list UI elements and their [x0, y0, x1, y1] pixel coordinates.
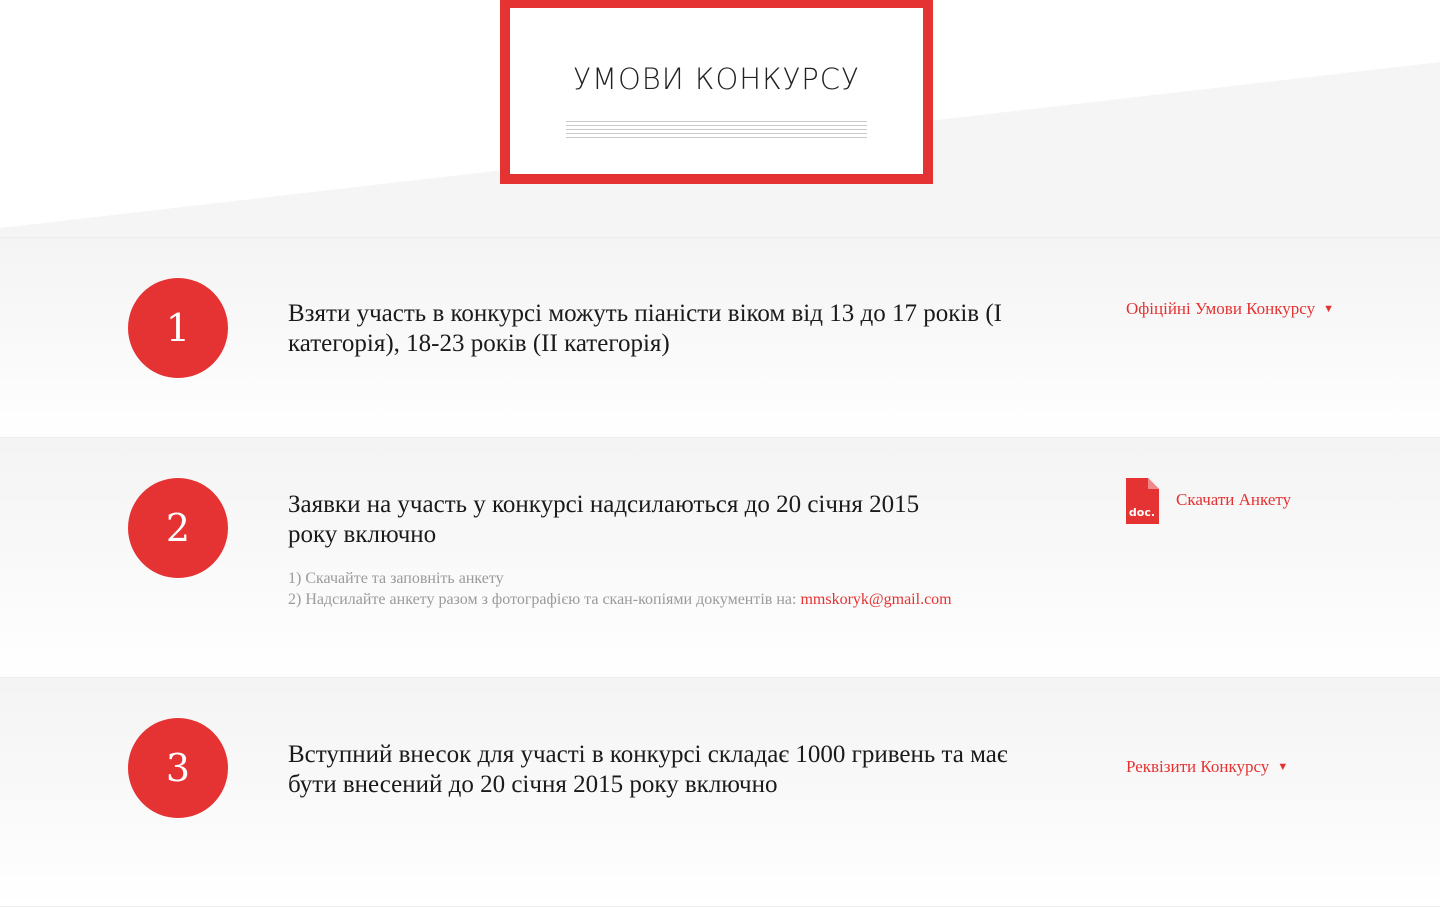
condition-number-badge: 2 — [128, 478, 228, 578]
condition-number-badge: 1 — [128, 278, 228, 378]
condition-number-badge: 3 — [128, 718, 228, 818]
conditions-list: 1 Взяти участь в конкурсі можуть піаніст… — [0, 237, 1440, 907]
official-conditions-link[interactable]: Офіційні Умови Конкурсу ▼ — [1126, 299, 1334, 319]
requisites-label: Реквізити Конкурсу — [1126, 757, 1270, 776]
condition-text: Вступний внесок для участі в конкурсі ск… — [288, 741, 1008, 798]
chevron-down-icon: ▼ — [1277, 761, 1289, 773]
condition-row: 2 Заявки на участь у конкурсі надсилають… — [0, 437, 1440, 677]
title-decoration-lines — [566, 121, 867, 141]
section-title-box: УМОВИ КОНКУРСУ — [500, 0, 933, 184]
requisites-link[interactable]: Реквізити Конкурсу ▼ — [1126, 757, 1288, 777]
step-1: 1) Скачайте та заповніть анкету — [288, 570, 504, 587]
step-2: 2) Надсилайте анкету разом з фотографією… — [288, 589, 1068, 610]
condition-text: Взяти участь в конкурсі можуть піаністи … — [288, 300, 1002, 357]
section-title: УМОВИ КОНКУРСУ — [573, 62, 860, 96]
official-conditions-label: Офіційні Умови Конкурсу — [1126, 299, 1316, 318]
doc-file-icon: doc. — [1126, 478, 1159, 524]
condition-text: Заявки на участь у конкурсі надсилаються… — [288, 491, 920, 548]
condition-row: 1 Взяти участь в конкурсі можуть піаніст… — [0, 237, 1440, 437]
svg-text:doc.: doc. — [1129, 506, 1155, 519]
condition-row: 3 Вступний внесок для участі в конкурсі … — [0, 677, 1440, 907]
download-form-label: Скачати Анкету — [1176, 490, 1292, 509]
chevron-down-icon: ▼ — [1323, 303, 1334, 315]
condition-steps: 1) Скачайте та заповніть анкету 2) Надси… — [288, 568, 1068, 610]
step-2-text: 2) Надсилайте анкету разом з фотографією… — [288, 591, 801, 608]
email-link[interactable]: mmskoryk@gmail.com — [800, 591, 951, 608]
